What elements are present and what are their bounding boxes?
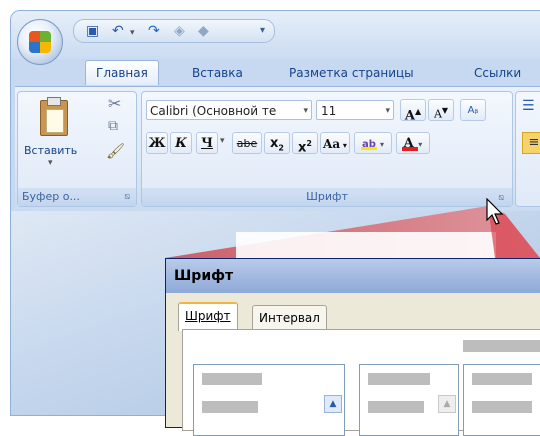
clipboard-group-label: Буфер о...: [22, 190, 80, 203]
strikethrough-button[interactable]: abe: [232, 132, 262, 154]
dialog-tab-spacing[interactable]: Интервал: [252, 305, 327, 330]
arrow-icon[interactable]: ◆: [198, 22, 209, 40]
cut-icon[interactable]: ✂: [108, 94, 121, 113]
superscript-button[interactable]: x2: [292, 132, 318, 155]
bullets-icon[interactable]: ☰: [522, 98, 535, 114]
save-icon[interactable]: ▣: [86, 22, 99, 40]
italic-button[interactable]: К: [170, 132, 192, 154]
font-size-combo[interactable]: 11 ▾: [316, 100, 394, 120]
font-group: Calibri (Основной те ▾ 11 ▾ A▲ A▼ Aᵦ Ж К…: [141, 91, 513, 207]
redo-icon[interactable]: ↷: [148, 22, 160, 40]
scroll-up-icon[interactable]: ▲: [324, 395, 342, 413]
shrink-font-label: A: [433, 107, 442, 121]
paste-button[interactable]: Вставить ▾: [24, 96, 96, 172]
highlight-color-button[interactable]: ab ▾: [354, 132, 392, 154]
font-list-box[interactable]: ▲: [193, 364, 345, 436]
placeholder-bar: [368, 373, 430, 385]
placeholder-bar: [202, 401, 258, 413]
style-list-box[interactable]: ▲: [359, 364, 459, 436]
paste-label: Вставить: [24, 144, 78, 157]
undo-dropdown-icon[interactable]: ▾: [130, 24, 135, 42]
placeholder-bar: [202, 373, 262, 385]
ribbon: Вставить ▾ ✂ ⧉ 🖌 Буфер о... ⧅ Calibri (О…: [15, 86, 540, 211]
customize-qat-icon[interactable]: ▾: [260, 22, 265, 40]
font-name-dropdown-icon[interactable]: ▾: [303, 101, 308, 121]
placeholder-bar: [368, 401, 424, 413]
dialog-tab-font-label: Шрифт: [185, 309, 231, 323]
mouse-cursor-icon: [486, 198, 504, 225]
repeat-icon[interactable]: ◈: [174, 22, 185, 40]
grow-font-label: A: [404, 108, 415, 124]
subscript-button[interactable]: x2: [264, 132, 290, 154]
title-bar: ▣ ↶ ▾ ↷ ◈ ◆ ▾: [11, 11, 540, 65]
placeholder-bar: [463, 340, 540, 352]
font-group-footer: Шрифт ⧅: [142, 188, 512, 206]
tab-references[interactable]: Ссылки: [474, 61, 521, 85]
dialog-panel: ▲ ▲: [182, 329, 540, 436]
scroll-up-icon[interactable]: ▲: [438, 395, 456, 413]
office-logo-icon: [29, 31, 51, 53]
font-name-value: Calibri (Основной те: [150, 104, 277, 118]
undo-icon[interactable]: ↶: [112, 22, 124, 40]
font-color-swatch: [402, 147, 418, 151]
placeholder-bar: [472, 373, 532, 385]
font-color-button[interactable]: A ▾: [396, 132, 430, 154]
font-size-dropdown-icon[interactable]: ▾: [385, 101, 390, 121]
bold-button[interactable]: Ж: [146, 132, 168, 154]
underline-dropdown-icon[interactable]: ▾: [220, 136, 225, 146]
paragraph-group: ☰ ≡: [515, 91, 540, 207]
clipboard-group: Вставить ▾ ✂ ⧉ 🖌 Буфер о... ⧅: [17, 91, 137, 207]
copy-icon[interactable]: ⧉: [108, 118, 118, 134]
dialog-tab-font[interactable]: Шрифт: [178, 302, 238, 331]
clipboard-group-footer: Буфер о... ⧅: [18, 188, 136, 206]
clipboard-launcher-icon[interactable]: ⧅: [124, 188, 130, 206]
dialog-tab-spacing-label: Интервал: [259, 311, 320, 325]
clear-formatting-icon[interactable]: Aᵦ: [460, 99, 486, 121]
office-button[interactable]: [17, 19, 63, 65]
placeholder-bar: [472, 401, 532, 413]
font-group-label: Шрифт: [306, 190, 348, 203]
highlight-swatch: [361, 147, 377, 150]
grow-font-button[interactable]: A▲: [400, 99, 426, 124]
size-list-box[interactable]: [463, 364, 540, 436]
tab-page-layout[interactable]: Разметка страницы: [289, 61, 414, 85]
align-left-icon[interactable]: ≡: [522, 132, 540, 154]
dialog-title: Шрифт: [166, 259, 540, 293]
font-dialog: Шрифт Шрифт Интервал ▲ ▲: [165, 258, 540, 436]
shrink-font-button[interactable]: A▼: [428, 99, 454, 121]
tab-home[interactable]: Главная: [85, 60, 159, 85]
change-case-label: Aa: [323, 137, 341, 151]
paste-dropdown-icon: ▾: [48, 158, 53, 168]
quick-access-toolbar: ▣ ↶ ▾ ↷ ◈ ◆ ▾: [73, 19, 275, 43]
font-size-value: 11: [321, 104, 337, 118]
underline-button[interactable]: Ч: [196, 132, 218, 154]
change-case-button[interactable]: Aa ▾: [320, 132, 350, 154]
font-name-combo[interactable]: Calibri (Основной те ▾: [146, 100, 312, 120]
tab-insert[interactable]: Вставка: [192, 61, 243, 85]
clipboard-icon: [40, 97, 68, 136]
format-painter-icon[interactable]: 🖌: [106, 142, 125, 160]
